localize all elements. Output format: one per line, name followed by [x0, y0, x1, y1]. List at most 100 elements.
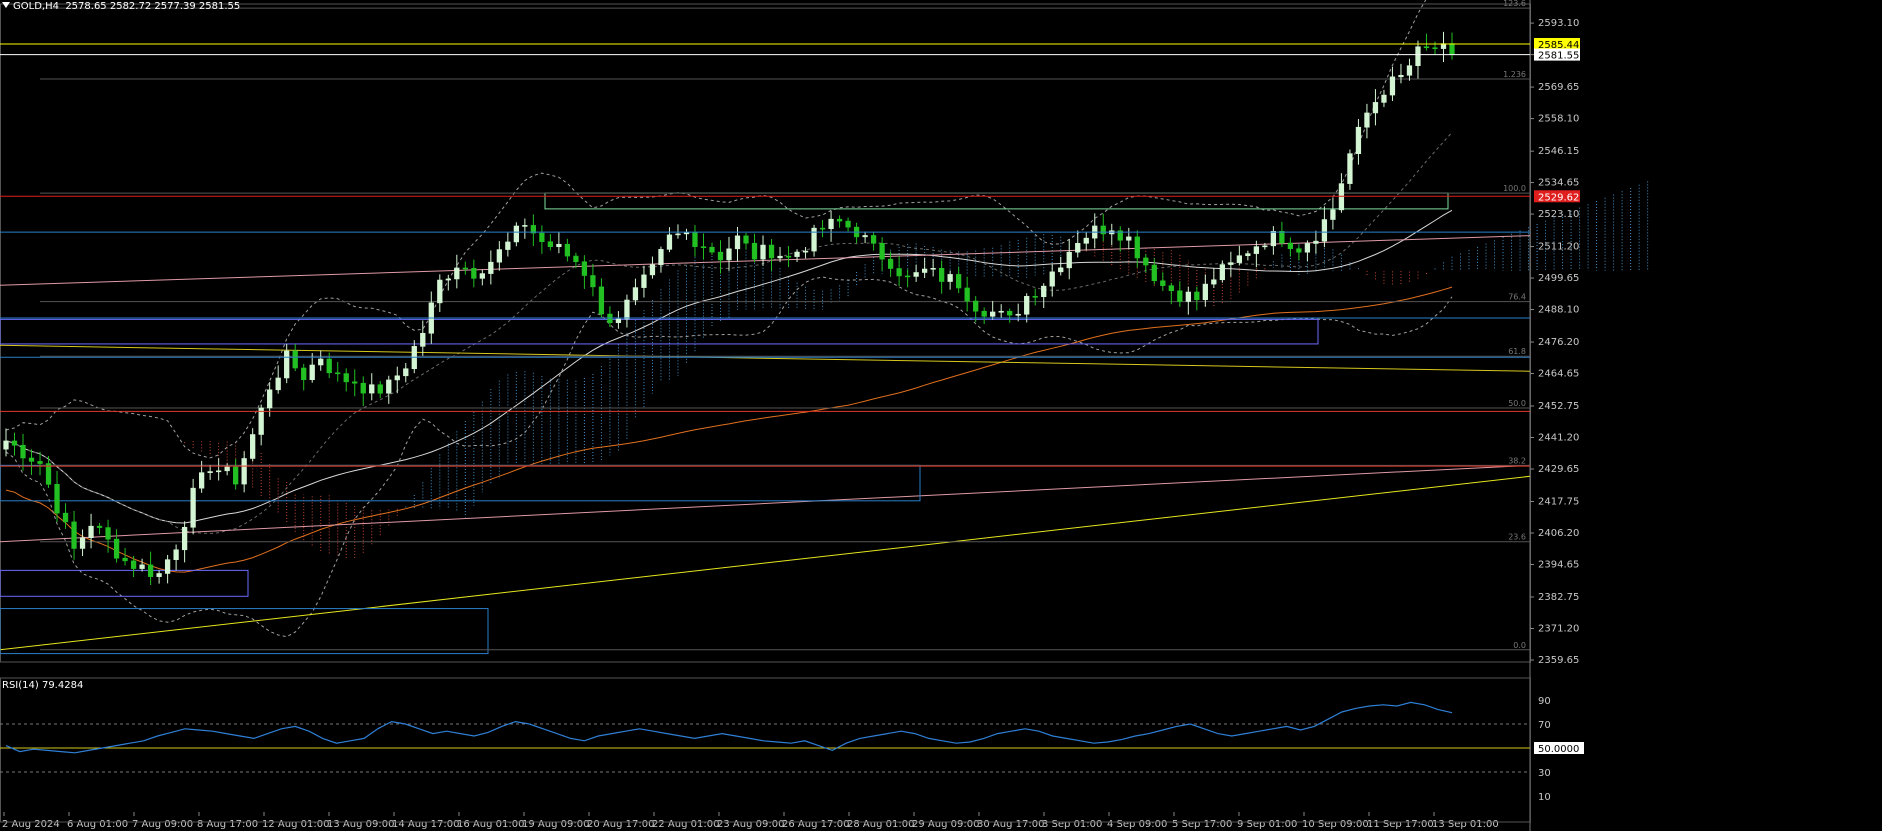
candle-body — [658, 249, 664, 265]
dropdown-triangle-icon[interactable] — [2, 2, 10, 8]
candle-body — [462, 267, 468, 270]
candle-body — [113, 538, 120, 559]
time-tick-label: 9 Sep 01:00 — [1237, 819, 1297, 830]
time-tick-label: 13 Sep 01:00 — [1432, 819, 1499, 830]
time-tick-label: 13 Aug 09:00 — [327, 819, 394, 830]
fib-level-label: 100.0 — [1503, 184, 1526, 193]
zone-rectangle-bottom — [0, 569, 249, 597]
price-tick-label: 2429.65 — [1538, 464, 1579, 475]
price-tick-label: 2382.75 — [1538, 592, 1579, 603]
candle-body — [896, 268, 902, 277]
time-tick-label: 5 Sep 17:00 — [1172, 819, 1232, 830]
rsi-panel-frame — [0, 677, 1531, 823]
candle-body — [1262, 245, 1268, 248]
candle-body — [785, 255, 792, 258]
candle-body — [147, 564, 154, 577]
time-tick-label: 3 Sep 01:00 — [1042, 819, 1102, 830]
candle-body — [1083, 237, 1089, 244]
time-tick-label: 29 Aug 09:00 — [912, 819, 979, 830]
candle-body — [318, 358, 324, 366]
candle-body — [1423, 46, 1430, 49]
candle-body — [360, 382, 366, 394]
candle-body — [990, 311, 996, 317]
candle-body — [352, 381, 358, 384]
candle-body — [1364, 112, 1370, 128]
candle-body — [164, 559, 171, 574]
candle-body — [913, 272, 919, 277]
time-tick-label: 4 Sep 09:00 — [1107, 819, 1167, 830]
candle-body — [1211, 279, 1217, 285]
zone-rectangle-low — [0, 464, 921, 502]
candle-body — [1134, 236, 1140, 259]
rsi-line — [5, 701, 1453, 754]
candle-body — [522, 225, 528, 227]
candle-body — [973, 300, 979, 312]
rsi-panel: 90 70 50.0000 30 10 — [0, 677, 1584, 823]
candle-body — [1066, 251, 1072, 269]
candle-body — [836, 218, 843, 222]
candle-body — [156, 573, 162, 577]
candle-body — [930, 268, 936, 270]
candle-body — [1049, 271, 1055, 287]
candle-body — [190, 487, 196, 528]
fib-level-label: 23.6 — [1508, 533, 1526, 542]
fib-level-label: 50.0 — [1508, 399, 1526, 408]
price-tick-label: 2359.65 — [1538, 655, 1579, 666]
ohlc-readout: 2578.65 2582.72 2577.39 2581.55 — [65, 1, 241, 12]
time-tick-label: 22 Aug 01:00 — [652, 819, 719, 830]
candle-body — [88, 525, 94, 539]
candle-body — [956, 274, 962, 289]
bollinger-upper — [5, 0, 1427, 459]
time-tick-label: 28 Aug 01:00 — [847, 819, 914, 830]
candle-body — [233, 466, 239, 485]
candle-body — [1253, 246, 1260, 254]
rsi-level-label: 90 — [1538, 696, 1551, 707]
candle-body — [20, 444, 26, 459]
candle-body — [726, 248, 732, 261]
price-tick-label: 2546.15 — [1538, 146, 1579, 157]
candle-body — [879, 243, 885, 260]
fib-level-label: 38.2 — [1508, 456, 1526, 465]
candle-body — [505, 241, 511, 250]
candle-body — [709, 246, 715, 253]
candle-body — [581, 261, 588, 276]
candle-body — [207, 471, 213, 473]
candle-body — [1389, 76, 1396, 96]
candle-body — [62, 512, 69, 523]
main-panel-grid — [0, 0, 1531, 831]
time-axis: 2 Aug 2024 6 Aug 01:00 7 Aug 09:00 8 Aug 17… — [2, 812, 1499, 830]
candle-body — [369, 384, 375, 394]
candle-body — [54, 484, 60, 514]
candle-body — [641, 274, 647, 288]
candle-body — [1219, 264, 1225, 281]
candle-body — [1245, 253, 1251, 257]
price-tick-label: 2523.10 — [1538, 209, 1579, 220]
time-tick-label: 20 Aug 17:00 — [587, 819, 654, 830]
candle-body — [845, 220, 851, 228]
candle-body — [258, 407, 264, 435]
candle-body — [28, 457, 35, 462]
candle-body — [556, 243, 562, 248]
candle-body — [1372, 102, 1379, 114]
candle-body — [1347, 153, 1353, 184]
candle-body — [573, 255, 579, 263]
rsi-level-label: 30 — [1538, 768, 1551, 779]
candle-body — [1449, 43, 1455, 55]
candle-body — [267, 389, 273, 409]
candle-body — [1041, 285, 1047, 298]
price-chart[interactable]: 123.6 1.236 100.0 76.4 61.8 50.0 38.2 23.6 0.0 2… — [0, 0, 1882, 831]
candle-body — [1432, 47, 1438, 50]
candle-body — [437, 279, 443, 304]
candle-body — [794, 251, 800, 257]
candle-body — [1270, 230, 1277, 247]
candle-body — [471, 268, 477, 279]
candle-body — [632, 287, 639, 301]
price-tick-label: 2417.75 — [1538, 496, 1579, 507]
candle-body — [1015, 313, 1021, 316]
trendline-mid — [0, 344, 1531, 372]
candle-body — [1313, 240, 1319, 244]
price-tick-label: 2371.20 — [1538, 623, 1579, 634]
candle-body — [513, 225, 519, 243]
candle-body — [1406, 65, 1413, 76]
rsi-level-label: 50.0000 — [1538, 744, 1579, 755]
